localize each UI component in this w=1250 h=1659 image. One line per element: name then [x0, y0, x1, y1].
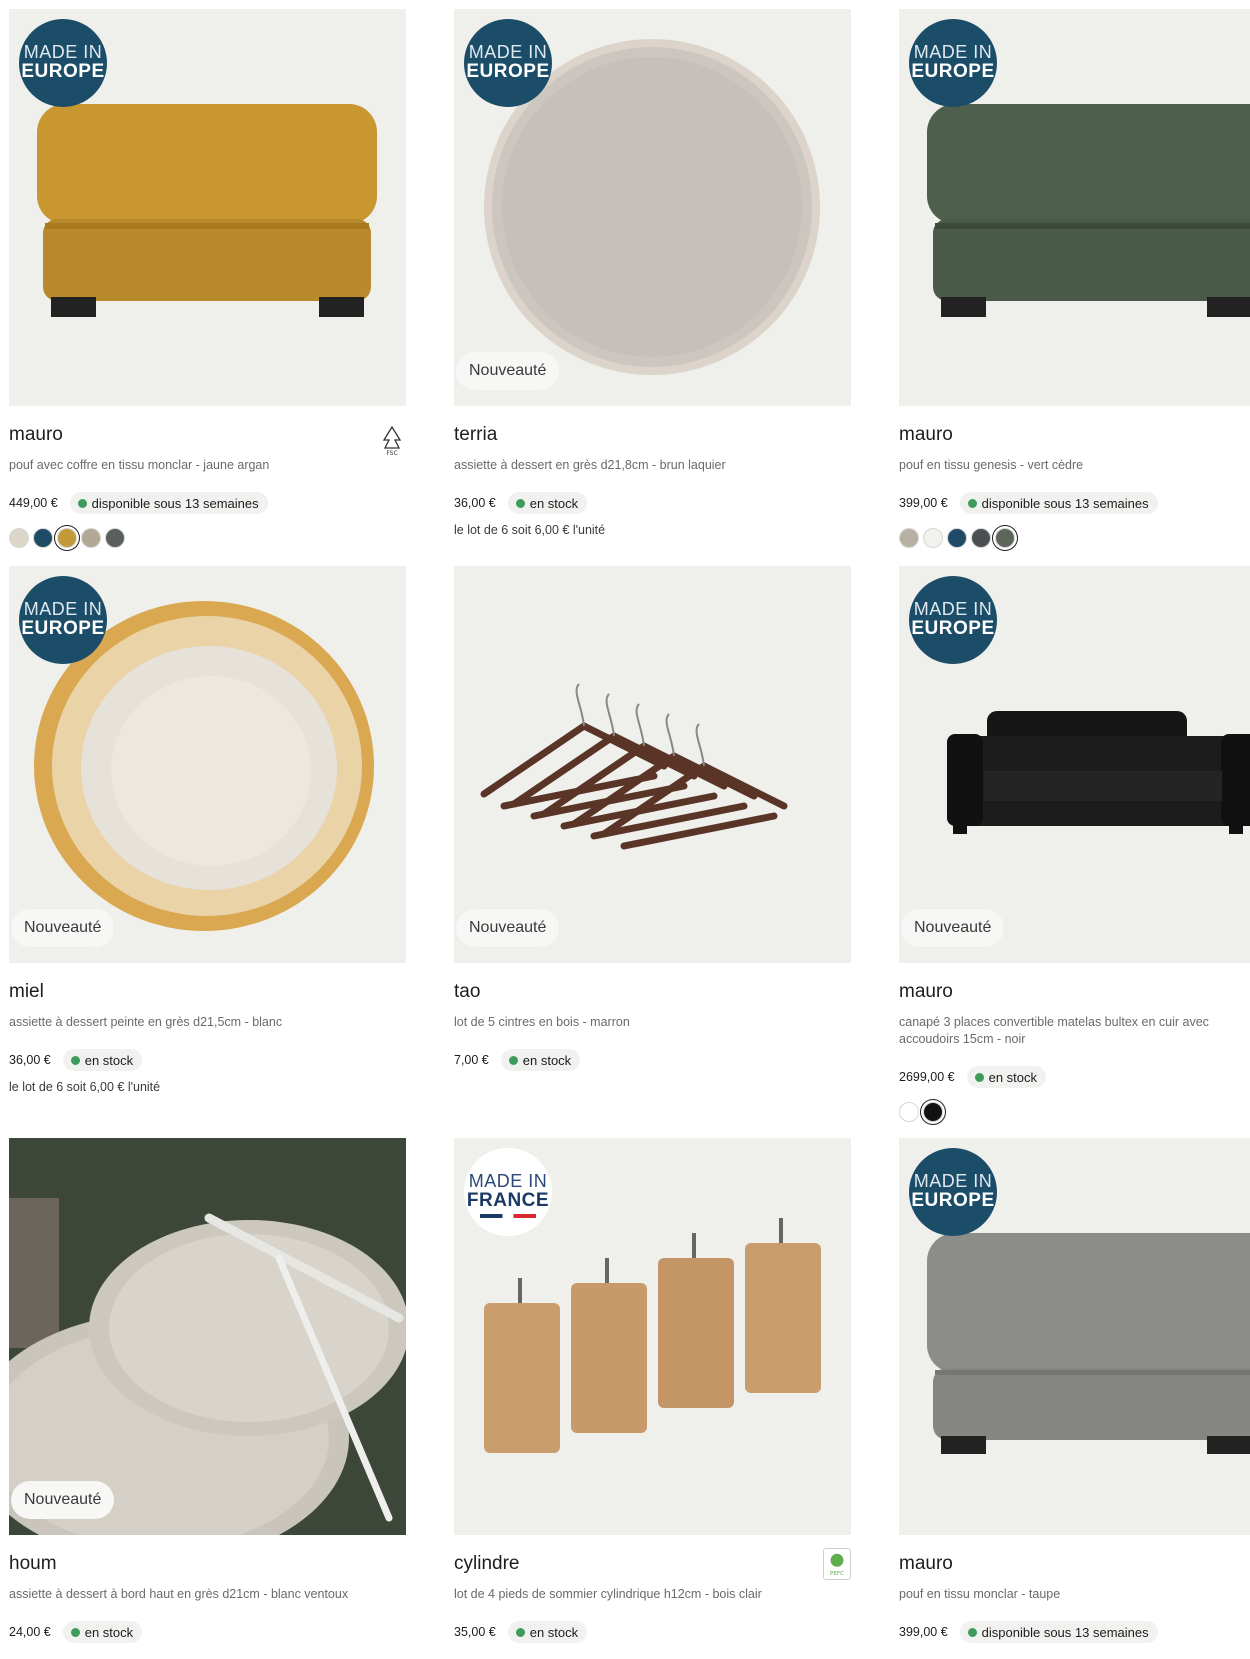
product-image[interactable]: MADE IN EUROPE [899, 9, 1250, 406]
product-price: 399,00 € [899, 1625, 948, 1639]
product-card[interactable]: MADE IN EUROPE FSC mauro pouf avec coffr… [9, 9, 406, 548]
plates-image [9, 1138, 406, 1535]
pefc-certification-icon: PEFC [823, 1548, 851, 1580]
new-badge: Nouveauté [456, 909, 560, 947]
product-price: 24,00 € [9, 1625, 51, 1639]
product-image[interactable]: Nouveauté [454, 566, 851, 963]
product-name[interactable]: houm [9, 1553, 406, 1577]
product-image[interactable]: MADE IN EUROPE [899, 1138, 1250, 1535]
status-dot-icon [974, 1072, 984, 1082]
product-price: 36,00 € [9, 1053, 51, 1067]
product-image[interactable]: MADE IN EUROPE Nouveauté [454, 9, 851, 406]
product-card[interactable]: MADE IN EUROPE Nouveauté terria assiette… [454, 9, 851, 537]
color-swatch[interactable] [995, 528, 1015, 548]
product-card[interactable]: Nouveauté tao lot de 5 cintres en bois -… [454, 566, 851, 1071]
availability-badge: en stock [507, 1621, 588, 1643]
product-price: 399,00 € [899, 496, 948, 510]
color-swatch[interactable] [947, 528, 967, 548]
product-price: 35,00 € [454, 1625, 496, 1639]
color-swatches [899, 1102, 1250, 1122]
color-swatches [899, 528, 1250, 548]
unit-price: le lot de 6 soit 6,00 € l'unité [454, 523, 606, 537]
product-price: 7,00 € [454, 1053, 489, 1067]
product-name[interactable]: mauro [899, 424, 1250, 448]
product-image[interactable]: MADE IN EUROPE [9, 9, 406, 406]
color-swatch[interactable] [105, 528, 125, 548]
availability-badge: disponible sous 13 semaines [69, 492, 268, 514]
product-description: pouf en tissu monclar - taupe [899, 1587, 1061, 1601]
product-description: assiette à dessert à bord haut en grès d… [9, 1587, 349, 1601]
made-in-europe-badge: MADE IN EUROPE [909, 576, 997, 664]
color-swatch[interactable] [9, 528, 29, 548]
product-price: 2699,00 € [899, 1070, 955, 1084]
status-dot-icon [515, 498, 525, 508]
new-badge: Nouveauté [456, 352, 560, 390]
status-dot-icon [967, 498, 977, 508]
product-image[interactable]: MADE IN FRANCE [454, 1138, 851, 1535]
fsc-certification-icon: FSC [378, 424, 406, 457]
color-swatch[interactable] [971, 528, 991, 548]
color-swatch[interactable] [81, 528, 101, 548]
product-description: canapé 3 places convertible matelas bult… [899, 1015, 1209, 1046]
product-price: 449,00 € [9, 496, 58, 510]
product-card[interactable]: MADE IN FRANCE PEFC cylindre lot de 4 pi… [454, 1138, 851, 1643]
product-card[interactable]: MADE IN EUROPE Nouveauté mauro canapé 3 … [899, 566, 1250, 1122]
new-badge: Nouveauté [11, 1481, 115, 1519]
status-dot-icon [77, 498, 87, 508]
made-in-france-badge: MADE IN FRANCE [464, 1148, 552, 1236]
product-card[interactable]: MADE IN EUROPE Nouveauté miel assiette à… [9, 566, 406, 1094]
product-image[interactable]: MADE IN EUROPE Nouveauté [9, 566, 406, 963]
product-name[interactable]: mauro [9, 424, 406, 448]
color-swatch[interactable] [923, 1102, 943, 1122]
made-in-europe-badge: MADE IN EUROPE [909, 19, 997, 107]
made-in-europe-badge: MADE IN EUROPE [19, 19, 107, 107]
product-description: lot de 4 pieds de sommier cylindrique h1… [454, 1587, 762, 1601]
availability-badge: disponible sous 13 semaines [959, 492, 1158, 514]
availability-badge: en stock [507, 492, 588, 514]
product-name[interactable]: mauro [899, 1553, 1250, 1577]
product-description: pouf avec coffre en tissu monclar - jaun… [9, 458, 270, 472]
product-card[interactable]: MADE IN EUROPE mauro pouf en tissu moncl… [899, 1138, 1250, 1643]
product-image[interactable]: MADE IN EUROPE Nouveauté [899, 566, 1250, 963]
status-dot-icon [967, 1627, 977, 1637]
status-dot-icon [515, 1627, 525, 1637]
availability-badge: disponible sous 13 semaines [959, 1621, 1158, 1643]
product-description: assiette à dessert en grès d21,8cm - bru… [454, 458, 726, 472]
color-swatch[interactable] [923, 528, 943, 548]
color-swatch[interactable] [33, 528, 53, 548]
status-dot-icon [70, 1055, 80, 1065]
product-name[interactable]: miel [9, 981, 406, 1005]
product-name[interactable]: tao [454, 981, 851, 1005]
status-dot-icon [70, 1627, 80, 1637]
availability-badge: en stock [62, 1049, 143, 1071]
made-in-europe-badge: MADE IN EUROPE [909, 1148, 997, 1236]
unit-price: le lot de 6 soit 6,00 € l'unité [9, 1080, 161, 1094]
product-description: pouf en tissu genesis - vert cèdre [899, 458, 1084, 472]
hangers-image [480, 683, 788, 850]
product-card[interactable]: Nouveauté houm assiette à dessert à bord… [9, 1138, 406, 1643]
made-in-europe-badge: MADE IN EUROPE [464, 19, 552, 107]
color-swatches [9, 528, 406, 548]
product-card[interactable]: MADE IN EUROPE mauro pouf en tissu genes… [899, 9, 1250, 548]
availability-badge: en stock [966, 1066, 1047, 1088]
color-swatch[interactable] [899, 1102, 919, 1122]
color-swatch[interactable] [57, 528, 77, 548]
product-price: 36,00 € [454, 496, 496, 510]
product-description: assiette à dessert peinte en grès d21,5c… [9, 1015, 283, 1029]
color-swatch[interactable] [899, 528, 919, 548]
status-dot-icon [508, 1055, 518, 1065]
availability-badge: en stock [500, 1049, 581, 1071]
product-name[interactable]: terria [454, 424, 851, 448]
svg-text:PEFC: PEFC [830, 1571, 844, 1577]
product-name[interactable]: cylindre [454, 1553, 851, 1577]
french-flag-icon [480, 1214, 536, 1218]
product-name[interactable]: mauro [899, 981, 1250, 1005]
availability-badge: en stock [62, 1621, 143, 1643]
new-badge: Nouveauté [11, 909, 115, 947]
new-badge: Nouveauté [901, 909, 1005, 947]
svg-text:FSC: FSC [386, 450, 397, 456]
product-image[interactable]: Nouveauté [9, 1138, 406, 1535]
made-in-europe-badge: MADE IN EUROPE [19, 576, 107, 664]
product-description: lot de 5 cintres en bois - marron [454, 1015, 630, 1029]
